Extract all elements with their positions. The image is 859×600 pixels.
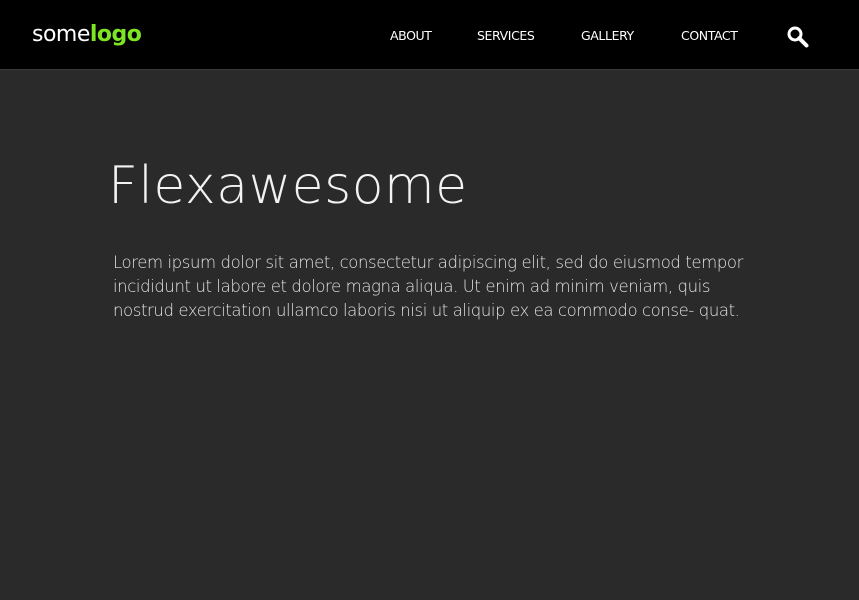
logo-light-text: some [32,22,90,47]
hero-paragraph: Lorem ipsum dolor sit amet, consectetur … [113,253,743,320]
nav-link-about[interactable]: ABOUT [390,28,432,44]
site-logo[interactable]: somelogo [32,21,142,49]
page: somelogo ABOUT SERVICES GALLERY CONTACT … [0,0,859,600]
nav-link-services[interactable]: SERVICES [477,28,535,44]
nav-link-gallery[interactable]: GALLERY [581,28,634,44]
nav-link-contact[interactable]: CONTACT [681,28,738,44]
hero-title: Flexawesome [108,156,468,216]
search-button[interactable] [786,25,810,49]
logo-bold-text: logo [89,22,142,47]
search-icon [787,26,809,48]
top-navbar: somelogo ABOUT SERVICES GALLERY CONTACT [0,0,859,70]
